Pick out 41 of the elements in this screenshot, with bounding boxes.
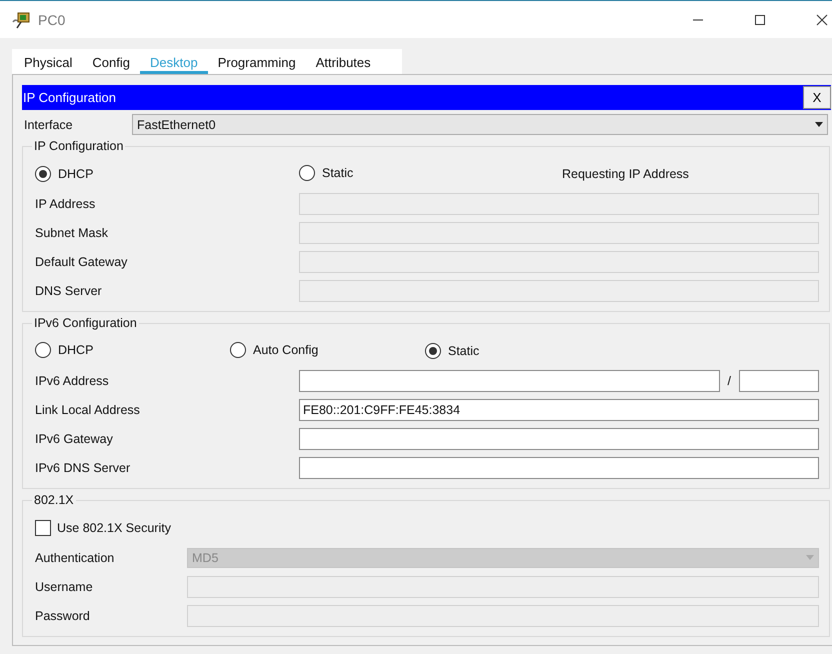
field-label: Authentication <box>35 550 116 564</box>
field-label: IPv6 DNS Server <box>35 460 132 474</box>
group-title: IPv6 Configuration <box>33 316 138 330</box>
field-label: IP Address <box>35 196 96 210</box>
close-button[interactable]: X <box>803 86 831 109</box>
address-field[interactable] <box>299 370 720 392</box>
radio-button[interactable]: DHCP <box>35 166 94 182</box>
radio-button[interactable]: Auto Config <box>230 342 318 358</box>
panel-title: IP Configuration <box>22 90 117 105</box>
interface-label: Interface <box>24 118 74 132</box>
prefix-length-field[interactable] <box>739 370 819 392</box>
radio-button[interactable]: DHCP <box>35 342 94 358</box>
radio-button[interactable]: Static <box>425 343 480 359</box>
interface-dropdown[interactable]: FastEthernet0 <box>132 114 828 135</box>
checkbox[interactable]: Use 802.1X Security <box>35 513 819 543</box>
field-label: Default Gateway <box>35 254 128 268</box>
slash-separator: / <box>728 374 731 388</box>
field-label: IPv6 Address <box>35 374 110 388</box>
computer-icon <box>12 10 32 28</box>
field-label: Subnet Mask <box>35 226 109 240</box>
status-text: Requesting IP Address <box>562 167 689 181</box>
tab[interactable]: Config <box>82 49 140 74</box>
text-field[interactable]: FE80::201:C9FF:FE45:3834 <box>299 398 819 420</box>
close-icon[interactable] <box>816 14 828 26</box>
tab[interactable]: Programming <box>208 49 306 74</box>
window-title: PC0 <box>38 12 66 28</box>
field-label: DNS Server <box>35 284 103 298</box>
caret-icon <box>815 122 823 127</box>
tab[interactable]: Attributes <box>306 49 381 74</box>
maximize-icon[interactable] <box>754 14 766 26</box>
text-field[interactable] <box>299 456 819 478</box>
field-label: Username <box>35 580 94 594</box>
caret-icon <box>806 555 814 560</box>
field-label: Link Local Address <box>35 402 141 416</box>
text-field[interactable] <box>299 428 819 450</box>
tab[interactable]: Physical <box>14 49 82 74</box>
field-label: IPv6 Gateway <box>35 432 114 446</box>
radio-button[interactable]: Static <box>299 164 354 180</box>
field-label: Password <box>35 608 91 622</box>
group-title: 802.1X <box>33 493 75 507</box>
group-title: IP Configuration <box>33 139 124 153</box>
